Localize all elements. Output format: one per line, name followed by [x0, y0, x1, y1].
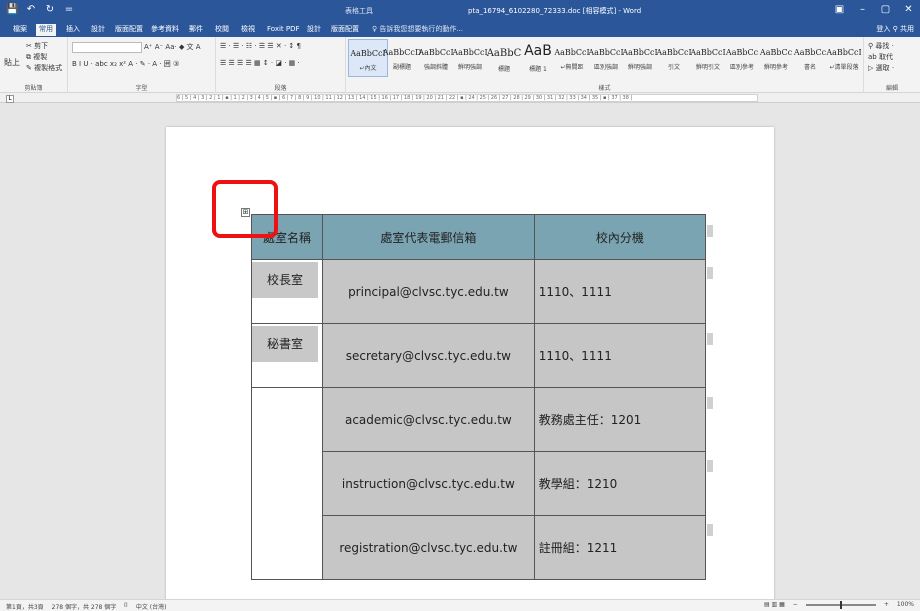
- paragraph-group: ☰ · ☰ · ☷ · ☰ ☰ ✕ · ↕ ¶ ☰ ☰ ☰ ☰ ▦ ↕ · ◪ …: [216, 37, 346, 93]
- font-tools-row2[interactable]: B I U · abc x₂ x² A · ✎ · A · 囲 ③: [72, 59, 179, 69]
- row-end-mark: [707, 460, 713, 472]
- email-cell[interactable]: principal@clvsc.tyc.edu.tw: [321, 259, 535, 324]
- tab-view[interactable]: 檢視: [238, 24, 258, 36]
- save-icon[interactable]: 💾: [6, 4, 18, 16]
- format-painter-button[interactable]: ✎ 複製格式: [26, 63, 62, 73]
- font-tools-row1[interactable]: A⁺ A⁻ Aa· ◆ 文 A: [144, 42, 201, 52]
- tab-home[interactable]: 常用: [36, 24, 56, 36]
- extension-cell[interactable]: 教務處主任：1201: [533, 387, 707, 452]
- editing-label: 編輯: [885, 85, 898, 92]
- editing-group: ⚲ 尋找 · ab 取代 ▷ 選取 · 編輯: [864, 37, 920, 93]
- style-list-paragraph[interactable]: AaBbCcI ↵清單段落: [824, 39, 864, 77]
- document-title: pta_16794_6102280_72333.doc [相容模式] - Wor…: [468, 7, 642, 15]
- paragraph-label: 段落: [274, 85, 287, 92]
- tab-review[interactable]: 校閱: [212, 24, 232, 36]
- tab-references[interactable]: 參考資料: [148, 24, 182, 36]
- redo-icon[interactable]: ↻: [44, 4, 56, 16]
- extension-cell[interactable]: 註冊組：1211: [533, 515, 707, 580]
- view-buttons[interactable]: ▤ ▥ ▦: [764, 601, 785, 608]
- row-end-mark: [707, 333, 713, 345]
- row-end-mark: [707, 397, 713, 409]
- title-bar: 💾 ↶ ↻ = 表格工具 pta_16794_6102280_72333.doc…: [0, 0, 920, 22]
- dept-name-cell[interactable]: 校長室: [251, 259, 323, 324]
- email-cell[interactable]: secretary@clvsc.tyc.edu.tw: [321, 323, 535, 388]
- maximize-icon[interactable]: ▢: [874, 0, 897, 22]
- table-tools-label: 表格工具: [345, 7, 373, 15]
- select-button[interactable]: ▷ 選取 ·: [868, 63, 894, 73]
- paragraph-tools-row2[interactable]: ☰ ☰ ☰ ☰ ▦ ↕ · ◪ · ▦ ·: [220, 59, 300, 67]
- zoom-out-icon[interactable]: −: [793, 601, 798, 608]
- tab-insert[interactable]: 插入: [63, 24, 83, 36]
- word-count[interactable]: 278 個字，共 278 個字: [52, 602, 117, 611]
- tab-selector-icon[interactable]: L: [6, 95, 14, 103]
- header-dept-email[interactable]: 處室代表電郵信箱: [321, 214, 535, 260]
- row-end-mark: [707, 267, 713, 279]
- dept-name-cell-merged[interactable]: [251, 387, 323, 580]
- tab-design[interactable]: 設計: [88, 24, 108, 36]
- cut-button[interactable]: ✂ 剪下: [26, 41, 48, 51]
- tell-me-search[interactable]: ♀ 告訴我您想要執行的動作...: [372, 24, 463, 34]
- ribbon-display-options-icon[interactable]: ▣: [828, 0, 851, 22]
- dept-name-cell[interactable]: 秘書室: [251, 323, 323, 388]
- email-cell[interactable]: registration@clvsc.tyc.edu.tw: [321, 515, 535, 580]
- font-label: 字型: [135, 85, 148, 92]
- zoom-slider[interactable]: [805, 600, 876, 609]
- replace-button[interactable]: ab 取代: [868, 52, 893, 62]
- row-end-mark: [707, 225, 713, 237]
- row-end-mark: [707, 524, 713, 536]
- customize-qat-icon[interactable]: =: [63, 4, 75, 16]
- tab-foxit-pdf[interactable]: Foxit PDF: [264, 24, 303, 36]
- ruler-track[interactable]: 6 | 5 | 4 | 3 | 2 | 1 | ▪ | 1 | 2 | 3 | …: [176, 94, 758, 102]
- undo-icon[interactable]: ↶: [25, 4, 37, 16]
- table-row: academic@clvsc.tyc.edu.tw 教務處主任：1201: [251, 387, 707, 580]
- email-cell[interactable]: academic@clvsc.tyc.edu.tw: [321, 387, 535, 452]
- tab-table-design[interactable]: 設計: [304, 24, 324, 36]
- paragraph-tools-row1[interactable]: ☰ · ☰ · ☷ · ☰ ☰ ✕ · ↕ ¶: [220, 42, 301, 50]
- zoom-slider-thumb[interactable]: [839, 600, 842, 609]
- zoom-in-icon[interactable]: +: [884, 601, 889, 608]
- table-header-row: 處室名稱 處室代表電郵信箱 校內分機: [251, 214, 707, 260]
- close-icon[interactable]: ✕: [897, 0, 920, 22]
- extension-cell[interactable]: 1110、1111: [533, 323, 707, 388]
- font-name-combobox[interactable]: [72, 42, 142, 53]
- find-button[interactable]: ⚲ 尋找 ·: [868, 41, 894, 51]
- styles-label: 樣式: [598, 85, 611, 92]
- highlight-annotation-box: [212, 180, 278, 238]
- document-table[interactable]: 處室名稱 處室代表電郵信箱 校內分機 校長室 principal@clvsc.t…: [251, 214, 707, 580]
- dept-name-text: 秘書室: [252, 326, 318, 362]
- clipboard-group: 貼上 ✂ 剪下 ⧉ 複製 ✎ 複製格式 剪貼簿: [0, 37, 68, 93]
- page-count[interactable]: 第1頁，共3頁: [6, 602, 44, 611]
- window-controls: ▣ – ▢ ✕: [828, 0, 920, 22]
- minimize-icon[interactable]: –: [851, 0, 874, 22]
- paste-button[interactable]: 貼上: [4, 57, 20, 68]
- copy-button[interactable]: ⧉ 複製: [26, 52, 47, 62]
- tab-layout[interactable]: 版面配置: [112, 24, 146, 36]
- extension-cell[interactable]: 教學組：1210: [533, 451, 707, 516]
- language-indicator[interactable]: 中文 (台灣): [136, 602, 167, 611]
- table-row: 校長室 principal@clvsc.tyc.edu.tw 1110、1111: [251, 259, 707, 324]
- header-extension[interactable]: 校內分機: [533, 214, 707, 260]
- sign-in-share[interactable]: 登入 ⚲ 共用: [876, 24, 914, 34]
- styles-group: AaBbCcI ↵內文 AaBbCcD 副標題 AaBbCcI 強調斜體 AaBbCc…: [346, 37, 864, 93]
- clipboard-label: 剪貼簿: [24, 85, 43, 92]
- horizontal-ruler: 6 | 5 | 4 | 3 | 2 | 1 | ▪ | 1 | 2 | 3 | …: [0, 93, 920, 103]
- table-row: 秘書室 secretary@clvsc.tyc.edu.tw 1110、1111: [251, 323, 707, 388]
- tab-table-layout[interactable]: 版面配置: [328, 24, 362, 36]
- tab-file[interactable]: 檔案: [10, 24, 30, 36]
- ribbon-home: 貼上 ✂ 剪下 ⧉ 複製 ✎ 複製格式 剪貼簿 A⁺ A⁻ Aa· ◆ 文 A …: [0, 37, 920, 93]
- proofing-icon[interactable]: ⌷: [124, 602, 128, 611]
- tab-mailings[interactable]: 郵件: [186, 24, 206, 36]
- extension-cell[interactable]: 1110、1111: [533, 259, 707, 324]
- zoom-level[interactable]: 100%: [897, 601, 914, 608]
- font-group: A⁺ A⁻ Aa· ◆ 文 A B I U · abc x₂ x² A · ✎ …: [68, 37, 216, 93]
- quick-access-toolbar: 💾 ↶ ↻ =: [6, 4, 75, 16]
- status-bar: 第1頁，共3頁 278 個字，共 278 個字 ⌷ 中文 (台灣) ▤ ▥ ▦ …: [0, 599, 920, 611]
- dept-name-text: 校長室: [252, 262, 318, 298]
- email-cell[interactable]: instruction@clvsc.tyc.edu.tw: [321, 451, 535, 516]
